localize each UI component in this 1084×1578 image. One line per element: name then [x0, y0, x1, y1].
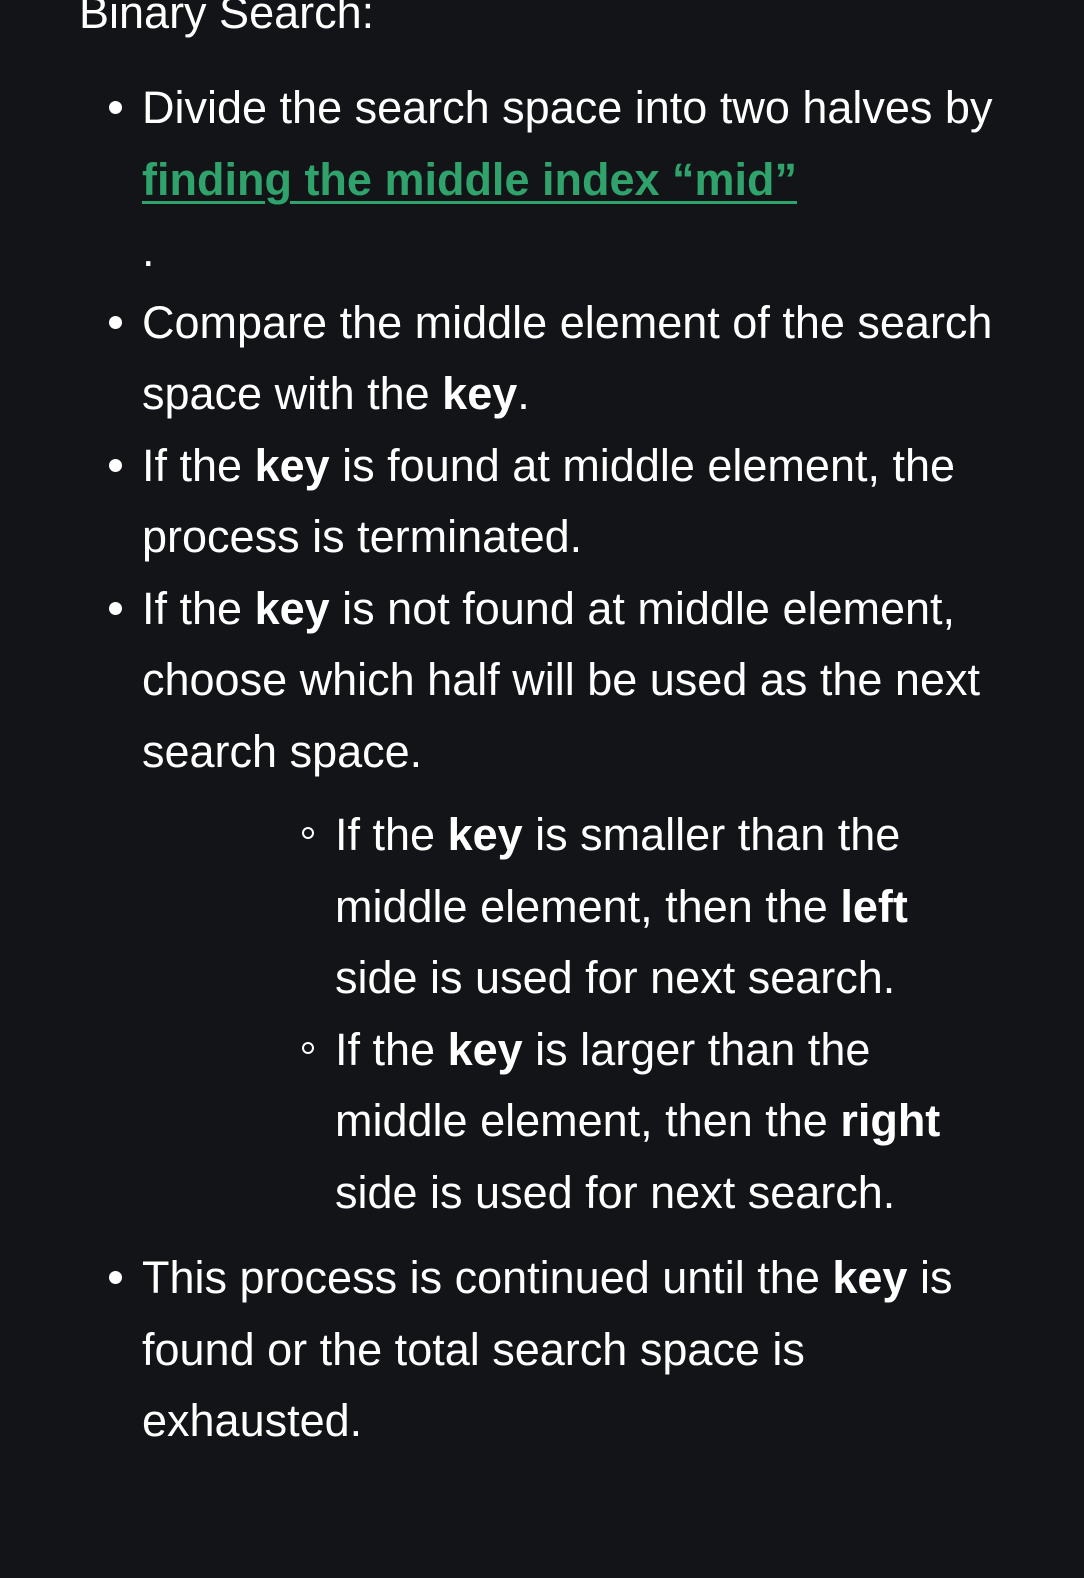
section-heading: Binary Search: — [79, 0, 375, 38]
step-text: This process is continued until the — [142, 1252, 833, 1303]
bullet-icon — [109, 1271, 122, 1284]
step-text-end: . — [142, 225, 155, 276]
sub-item-larger: If the key is larger than the middle ele… — [302, 1014, 1002, 1229]
keyword-key: key — [254, 439, 330, 491]
hollow-bullet-icon — [302, 827, 314, 839]
steps-list: Divide the search space into two halves … — [0, 72, 1002, 1457]
step-text: Compare the middle element of the search… — [142, 296, 993, 420]
keyword-left: left — [840, 880, 908, 932]
sub-item-smaller: If the key is smaller than the middle el… — [302, 799, 1002, 1014]
keyword-right: right — [840, 1095, 941, 1146]
sub-steps-list: If the key is smaller than the middle el… — [142, 799, 1002, 1228]
step-text-end: . — [517, 368, 530, 419]
sub-step-text-end: side is used for next search. — [335, 952, 896, 1003]
bullet-icon — [109, 458, 122, 472]
keyword-key: key — [447, 1023, 523, 1075]
step-text: Divide the search space into two halves … — [142, 82, 993, 133]
keyword-key: key — [254, 582, 330, 634]
keyword-key: key — [832, 1252, 908, 1303]
sub-step-text: If the — [335, 1023, 448, 1075]
sub-step-text-end: side is used for next search. — [335, 1166, 896, 1218]
sub-step-text: If the — [335, 809, 448, 860]
step-text: If the — [142, 439, 255, 491]
hollow-bullet-icon — [302, 1041, 314, 1054]
article-content: Binary Search: Divide the search space i… — [0, 0, 1084, 1578]
list-item-compare: Compare the middle element of the search… — [109, 287, 1002, 430]
keyword-key: key — [447, 809, 523, 860]
step-text: If the — [142, 582, 255, 634]
bullet-icon — [109, 601, 122, 615]
list-item-divide: Divide the search space into two halves … — [109, 72, 1002, 287]
bullet-icon — [109, 315, 122, 329]
keyword-key: key — [442, 368, 518, 419]
list-item-continue: This process is continued until the key … — [109, 1242, 1002, 1457]
list-item-not-found: If the key is not found at middle elemen… — [109, 573, 1002, 1229]
list-item-found: If the key is found at middle element, t… — [109, 430, 1002, 573]
middle-index-link[interactable]: finding the middle index “mid” — [142, 154, 797, 205]
bullet-icon — [109, 101, 122, 114]
